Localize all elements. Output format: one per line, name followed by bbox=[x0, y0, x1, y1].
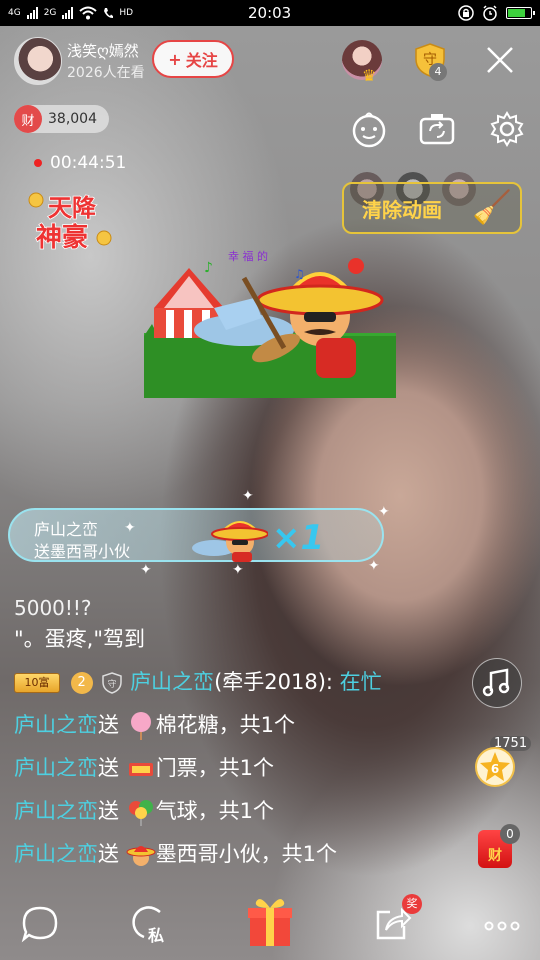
host-avatar[interactable] bbox=[14, 37, 62, 85]
chat-username[interactable]: 庐山之峦 bbox=[130, 670, 214, 694]
balloon-icon bbox=[128, 800, 153, 826]
red-envelope-count: 0 bbox=[500, 824, 520, 844]
chat-line-partial: 5000!!? bbox=[14, 598, 92, 618]
lock-rotation-icon bbox=[458, 5, 474, 21]
private-message-button[interactable]: 私 bbox=[130, 904, 170, 945]
mexican-guy-icon bbox=[126, 846, 156, 866]
chat-username[interactable]: 庐山之峦 bbox=[14, 799, 98, 823]
battery-icon bbox=[506, 7, 535, 19]
chat-gift-text: 墨西哥小伙，共1个 bbox=[155, 842, 338, 866]
wifi-icon bbox=[79, 6, 98, 20]
red-envelope-label: 财 bbox=[488, 848, 502, 864]
svg-text:♪: ♪ bbox=[204, 260, 213, 276]
toast-sender[interactable]: 庐山之峦 bbox=[34, 516, 98, 540]
wifi-hd-label: HD bbox=[119, 8, 134, 18]
rich-god-badge[interactable]: 天降 神豪 bbox=[22, 188, 114, 254]
gift-toast: 庐山之峦 送墨西哥小伙 ×1 bbox=[8, 508, 384, 562]
music-button[interactable] bbox=[472, 658, 522, 708]
host-name[interactable]: 浅笑ღ嫣然 bbox=[67, 40, 139, 61]
chat-line: 庐山之峦送 棉花糖，共1个 bbox=[14, 704, 454, 747]
battery-level bbox=[508, 9, 525, 17]
settings-gear-icon[interactable] bbox=[488, 110, 526, 148]
chat-verb: 送 bbox=[98, 799, 119, 823]
beauty-face-icon[interactable] bbox=[350, 110, 388, 148]
chat-line: 庐山之峦送 墨西哥小伙，共1个 bbox=[14, 833, 454, 876]
chat-verb: 送 bbox=[98, 713, 119, 737]
status-bar: 4G 2G HD 20:03 bbox=[0, 0, 540, 26]
rich-badge-line1: 天降 bbox=[48, 194, 97, 222]
live-dot-icon bbox=[34, 159, 42, 167]
wealth-pill[interactable]: 财 38,004 bbox=[14, 105, 109, 133]
toast-count: ×1 bbox=[272, 518, 325, 558]
ticket-icon bbox=[128, 763, 153, 776]
chat-username[interactable]: 庐山之峦 bbox=[14, 756, 98, 780]
chat-line: 10富 2 守 庐山之峦(牵手2018): 在忙 bbox=[14, 661, 454, 704]
alarm-icon bbox=[483, 5, 497, 21]
sparkle-icon: ✦ bbox=[232, 562, 244, 578]
guard-count: 4 bbox=[429, 63, 447, 81]
chat-username[interactable]: 庐山之峦 bbox=[14, 842, 98, 866]
chat-list: 5000!!? "。蛋疼,"驾到 10富 2 守 庐山之峦(牵手2018): 在… bbox=[14, 596, 454, 876]
crown-icon: ♛ bbox=[362, 66, 377, 85]
svg-text:守: 守 bbox=[108, 678, 117, 690]
chat-gift-text: 门票，共1个 bbox=[155, 756, 275, 780]
chat-gift-text: 棉花糖，共1个 bbox=[155, 713, 296, 737]
status-left: 4G 2G HD bbox=[8, 6, 133, 20]
wealth-value: 38,004 bbox=[48, 111, 97, 127]
sparkle-icon: ✦ bbox=[378, 504, 390, 520]
chat-line: "。蛋疼,"驾到 bbox=[14, 618, 454, 661]
viewer-count: 2026人在看 bbox=[67, 65, 145, 81]
more-options-icon[interactable] bbox=[482, 904, 522, 944]
music-note-icon bbox=[482, 668, 510, 697]
guard-shield-small-icon: 守 bbox=[102, 672, 123, 694]
signal-icon-2 bbox=[62, 7, 74, 19]
mexican-guy-gift-animation: 幸 福 的 ♪ ♫ bbox=[144, 249, 396, 398]
status-time: 20:03 bbox=[248, 4, 292, 22]
chat-user-suffix: (牵手2018): bbox=[214, 670, 333, 694]
wealth-level-badge: 10富 bbox=[14, 673, 60, 693]
mexican-guy-gift-icon bbox=[192, 521, 268, 562]
sparkle-icon: ✦ bbox=[140, 562, 152, 578]
chat-verb: 送 bbox=[98, 842, 119, 866]
cotton-candy-icon bbox=[130, 712, 151, 740]
clear-animation-label: 清除动画 bbox=[362, 197, 442, 222]
chat-verb: 送 bbox=[98, 756, 119, 780]
chat-line: 庐山之峦送 门票，共1个 bbox=[14, 747, 454, 790]
follow-label: 关注 bbox=[185, 51, 218, 70]
chat-line: 庐山之峦送 气球，共1个 bbox=[14, 790, 454, 833]
gift-box-icon[interactable] bbox=[246, 894, 294, 948]
phone-icon bbox=[104, 8, 114, 18]
user-level-badge: 2 bbox=[70, 672, 93, 694]
follow-button[interactable]: + 关注 bbox=[152, 40, 234, 78]
wealth-icon: 财 bbox=[14, 105, 42, 133]
chat-bubble-icon[interactable] bbox=[20, 904, 60, 944]
timer-text: 00:44:51 bbox=[50, 153, 127, 173]
sparkle-icon: ✦ bbox=[368, 558, 380, 574]
switch-camera-icon[interactable] bbox=[418, 110, 456, 148]
close-icon[interactable] bbox=[484, 44, 516, 76]
broom-icon: 🧹 bbox=[472, 188, 512, 226]
chat-text: 在忙 bbox=[332, 670, 382, 694]
sparkle-icon: ✦ bbox=[242, 488, 254, 504]
prize-badge: 奖 bbox=[402, 894, 422, 914]
network-label-2: 2G bbox=[43, 8, 57, 18]
status-right bbox=[458, 5, 535, 21]
sparkle-icon: ✦ bbox=[124, 520, 136, 536]
network-label-1: 4G bbox=[8, 8, 21, 18]
private-label: 私 bbox=[148, 926, 165, 945]
toast-message: 送墨西哥小伙 bbox=[34, 542, 131, 561]
live-timer: 00:44:51 bbox=[34, 153, 126, 173]
signal-icon bbox=[26, 7, 38, 19]
star-level-number: 6 bbox=[491, 762, 499, 776]
chat-text: "。蛋疼,"驾到 bbox=[14, 627, 145, 651]
rich-badge-line2: 神豪 bbox=[36, 222, 88, 253]
chat-username[interactable]: 庐山之峦 bbox=[14, 713, 98, 737]
svg-text:♫: ♫ bbox=[294, 267, 305, 281]
star-level-icon[interactable]: 6 bbox=[474, 746, 516, 788]
chat-gift-text: 气球，共1个 bbox=[155, 799, 275, 823]
follow-plus: + bbox=[168, 49, 182, 69]
svg-text:幸 福 的: 幸 福 的 bbox=[228, 249, 268, 263]
clear-animation-button[interactable]: 清除动画 🧹 bbox=[342, 182, 522, 234]
